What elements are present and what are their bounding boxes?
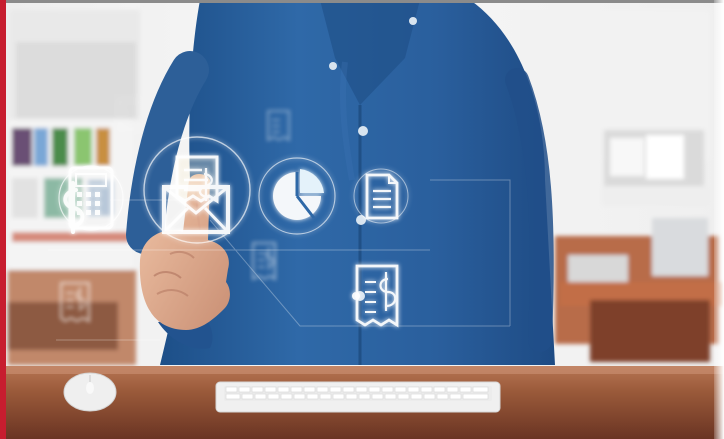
- right-fade: [714, 0, 724, 439]
- left-accent-bar: [0, 0, 6, 439]
- photo-frame: [0, 0, 724, 439]
- keyboard: [215, 381, 501, 413]
- photo-scene: [0, 0, 724, 439]
- top-border: [0, 0, 724, 3]
- mouse: [63, 372, 117, 412]
